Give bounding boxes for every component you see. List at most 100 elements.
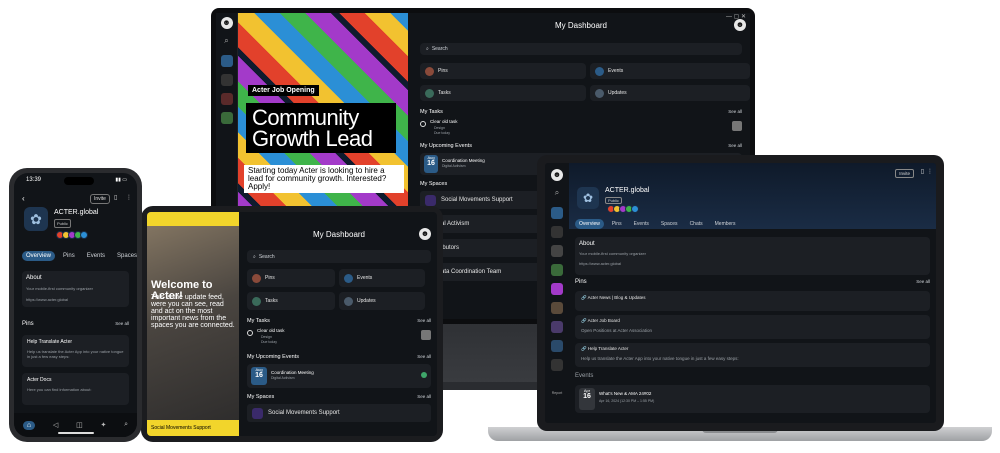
space-icon[interactable] bbox=[551, 302, 563, 314]
event-title: What's New & AMA 24#02 bbox=[599, 391, 652, 396]
invite-button[interactable]: Invite bbox=[895, 169, 914, 178]
space-icon[interactable] bbox=[220, 93, 233, 105]
about-url[interactable]: https://www.acter.global bbox=[26, 297, 68, 302]
tab-pins[interactable]: Pins bbox=[59, 251, 79, 261]
profile-icon[interactable]: ☻ bbox=[419, 228, 431, 240]
pin-text: Help us translate the Acter App into you… bbox=[27, 349, 124, 359]
poster-subtitle: Starting today Acter is looking to hire … bbox=[244, 165, 404, 193]
tile-events[interactable]: Events bbox=[339, 269, 425, 287]
pin-card[interactable]: 🔗 Acter Job Board Open Positions at Acte… bbox=[575, 315, 930, 339]
phone-device: 13:39 ▮▮ ▭ ‹ Invite ▯ ⋮ ✿ ACTER.global P… bbox=[9, 168, 142, 442]
see-all-link[interactable]: See all bbox=[417, 394, 431, 400]
more-icon[interactable]: ⋮ bbox=[126, 194, 132, 201]
search-icon[interactable]: ⌕ bbox=[551, 188, 563, 200]
window-controls[interactable]: — ▢ ✕ bbox=[726, 13, 746, 20]
rsvp-check-icon[interactable] bbox=[421, 372, 427, 378]
space-icon[interactable] bbox=[551, 264, 563, 276]
tab-spaces[interactable]: Spaces bbox=[657, 219, 682, 229]
report-label[interactable]: Report bbox=[545, 391, 569, 395]
link-icon: 🔗 bbox=[581, 295, 588, 300]
see-all-link[interactable]: See all bbox=[916, 279, 930, 285]
space-icon[interactable] bbox=[551, 340, 563, 352]
user-avatar-icon[interactable]: ☻ bbox=[551, 169, 563, 181]
invite-button[interactable]: Invite bbox=[90, 194, 110, 204]
see-all-link[interactable]: See all bbox=[115, 321, 129, 327]
member-avatars[interactable] bbox=[56, 231, 88, 239]
bookmark-icon[interactable]: ▯ bbox=[114, 194, 117, 201]
pin-card[interactable]: Help Translate Acter Help us translate t… bbox=[22, 335, 129, 367]
tab-chats[interactable]: Chats bbox=[686, 219, 707, 229]
home-icon[interactable]: ⌂ bbox=[22, 420, 36, 430]
search-icon[interactable]: ⌕ bbox=[221, 36, 233, 48]
chat-icon[interactable]: ◫ bbox=[76, 421, 83, 429]
see-all-link[interactable]: See all bbox=[728, 109, 742, 115]
back-arrow-icon[interactable]: ‹ bbox=[22, 194, 25, 203]
tile-pins[interactable]: Pins bbox=[247, 269, 335, 287]
task-due: Due today bbox=[434, 131, 450, 135]
member-avatars[interactable] bbox=[607, 205, 639, 213]
tab-spaces[interactable]: Spaces bbox=[113, 251, 141, 261]
task-checkbox[interactable] bbox=[420, 121, 426, 127]
tab-events[interactable]: Events bbox=[630, 219, 653, 229]
my-events-header: My Upcoming Events See all bbox=[247, 354, 431, 360]
tab-members[interactable]: Members bbox=[711, 219, 740, 229]
event-date-badge: Apr 16 bbox=[579, 388, 595, 410]
search-icon[interactable]: ⌕ bbox=[124, 421, 128, 429]
task-title[interactable]: Clear old task bbox=[257, 328, 285, 333]
chat-icon[interactable] bbox=[551, 226, 563, 238]
pin-card[interactable]: 🔗 Acter News | Blog & Updates bbox=[575, 291, 930, 311]
space-row[interactable]: Social Movements Support bbox=[247, 404, 431, 422]
banner-footer: Social Movements Support bbox=[147, 420, 239, 436]
task-avatar bbox=[421, 330, 431, 340]
tile-tasks[interactable]: Tasks bbox=[247, 292, 335, 310]
space-name: ata Coordination Team bbox=[441, 269, 502, 275]
tab-overview[interactable]: Overview bbox=[575, 219, 604, 229]
activity-icon[interactable] bbox=[551, 245, 563, 257]
tile-pins[interactable]: Pins bbox=[420, 63, 586, 79]
bookmark-icon[interactable]: ▯ bbox=[921, 168, 924, 175]
search-icon: ⌕ bbox=[426, 46, 429, 52]
home-icon[interactable] bbox=[551, 207, 563, 219]
tile-events[interactable]: Events bbox=[590, 63, 750, 79]
event-day: 16 bbox=[583, 393, 591, 400]
chat-icon[interactable] bbox=[220, 74, 233, 86]
space-icon[interactable] bbox=[551, 321, 563, 333]
search-input[interactable]: ⌕ Search bbox=[247, 250, 431, 263]
task-due: Due today bbox=[261, 340, 277, 344]
pin-card[interactable]: Acter Docs Here you can find information… bbox=[22, 373, 129, 405]
home-icon[interactable] bbox=[220, 55, 233, 67]
space-logo-icon: ✿ bbox=[24, 207, 48, 231]
more-icon[interactable]: ⋮ bbox=[927, 168, 933, 175]
space-icon[interactable] bbox=[220, 112, 233, 124]
see-all-link[interactable]: See all bbox=[417, 354, 431, 360]
space-icon[interactable] bbox=[551, 359, 563, 371]
tab-pins[interactable]: Pins bbox=[608, 219, 626, 229]
space-name: Social Movements Support bbox=[268, 410, 340, 416]
tile-updates[interactable]: Updates bbox=[590, 85, 750, 101]
event-subtitle: Digital Activism bbox=[271, 376, 295, 380]
tile-label: Tasks bbox=[438, 90, 451, 96]
search-icon: ⌕ bbox=[253, 253, 256, 260]
tile-label: Updates bbox=[357, 298, 376, 304]
laptop-space-view: Invite ▯ ⋮ ✿ ACTER.global Public Overvie… bbox=[569, 163, 936, 423]
poster-title: Community Growth Lead bbox=[246, 103, 396, 153]
space-icon[interactable] bbox=[551, 283, 563, 295]
pin-card[interactable]: 🔗 Help Translate Acter Help us translate… bbox=[575, 343, 930, 367]
task-title[interactable]: Clear old task bbox=[430, 119, 458, 124]
megaphone-icon[interactable]: ◁ bbox=[53, 421, 58, 429]
user-avatar-icon[interactable]: ☻ bbox=[220, 17, 233, 29]
tab-events[interactable]: Events bbox=[83, 251, 109, 261]
activity-icon[interactable]: ✦ bbox=[100, 421, 106, 429]
see-all-link[interactable]: See all bbox=[728, 143, 742, 149]
about-url[interactable]: https://www.acter.global bbox=[579, 261, 621, 266]
search-input[interactable]: ⌕ Search bbox=[420, 43, 742, 55]
tile-updates[interactable]: Updates bbox=[339, 292, 425, 310]
my-events-header: My Upcoming Events See all bbox=[420, 143, 742, 149]
pins-header: Pins See all bbox=[22, 321, 129, 327]
profile-icon[interactable]: ☻ bbox=[734, 19, 746, 31]
tab-overview[interactable]: Overview bbox=[22, 251, 56, 261]
tile-tasks[interactable]: Tasks bbox=[420, 85, 586, 101]
see-all-link[interactable]: See all bbox=[417, 318, 431, 324]
task-checkbox[interactable] bbox=[247, 330, 253, 336]
about-text: Your mobile-first community organizer bbox=[579, 251, 646, 256]
